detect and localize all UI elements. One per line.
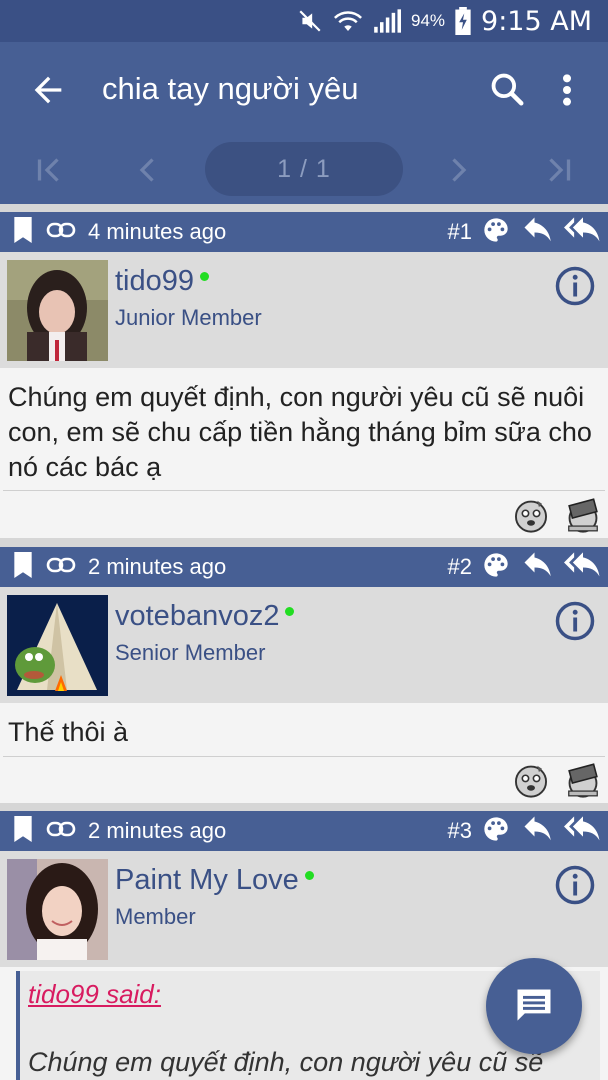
chat-icon <box>517 989 551 1021</box>
author-block: tido99 Junior Member <box>0 252 608 368</box>
reaction-smiley-icon[interactable] <box>512 761 550 799</box>
reply-icon[interactable] <box>522 552 552 583</box>
link-icon[interactable] <box>46 819 76 844</box>
author-block: Paint My Love Member <box>0 851 608 967</box>
post-time: 4 minutes ago <box>88 219 227 244</box>
page-indicator[interactable]: 1 / 1 <box>205 142 403 196</box>
battery-icon <box>455 7 471 35</box>
post-1: 4 minutes ago #1 tido99 Junior Member Ch… <box>0 212 608 540</box>
post-header: 2 minutes ago #3 <box>0 811 608 851</box>
bookmark-icon[interactable] <box>12 815 34 847</box>
online-indicator <box>285 607 295 616</box>
post-content: Thế thôi à <box>8 717 129 747</box>
back-arrow-icon[interactable] <box>28 70 68 110</box>
prev-page-icon[interactable] <box>130 152 166 188</box>
post-body: Thế thôi à <box>0 703 608 803</box>
bookmark-icon[interactable] <box>12 216 34 248</box>
reaction-smiley-icon[interactable] <box>512 496 550 534</box>
palette-icon[interactable] <box>482 815 510 848</box>
link-icon[interactable] <box>46 220 76 245</box>
post-number[interactable]: #1 <box>448 219 472 245</box>
user-role: Senior Member <box>115 640 266 665</box>
reply-all-icon[interactable] <box>564 216 602 248</box>
avatar[interactable] <box>7 260 108 361</box>
divider <box>3 756 605 757</box>
info-icon[interactable] <box>554 265 596 307</box>
app-bar: chia tay người yêu 1 / 1 <box>0 42 608 204</box>
reply-icon[interactable] <box>522 816 552 847</box>
post-body: Chúng em quyết định, con người yêu cũ sẽ… <box>0 368 608 538</box>
first-page-icon[interactable] <box>32 152 68 188</box>
bookmark-icon[interactable] <box>12 551 34 583</box>
post-number[interactable]: #2 <box>448 554 472 580</box>
clock: 9:15 AM <box>481 5 592 37</box>
next-page-icon[interactable] <box>440 152 476 188</box>
pager: 1 / 1 <box>0 140 608 200</box>
post-time: 2 minutes ago <box>88 554 227 579</box>
quote-text: Chúng em quyết định, con người yêu cũ sẽ <box>28 1047 544 1077</box>
battery-percent: 94% <box>410 11 446 30</box>
online-indicator <box>200 272 210 281</box>
post-header: 2 minutes ago #2 <box>0 547 608 587</box>
username[interactable]: tido99 <box>115 265 210 298</box>
signal-icon <box>373 9 401 33</box>
post-2: 2 minutes ago #2 votebanvoz2 Senior Memb… <box>0 547 608 804</box>
info-icon[interactable] <box>554 600 596 642</box>
compose-reply-button[interactable] <box>486 958 582 1054</box>
user-role: Junior Member <box>115 305 262 330</box>
link-icon[interactable] <box>46 555 76 580</box>
post-header: 4 minutes ago #1 <box>0 212 608 252</box>
avatar[interactable] <box>7 595 108 696</box>
post-content: Chúng em quyết định, con người yêu cũ sẽ… <box>8 382 592 482</box>
palette-icon[interactable] <box>482 216 510 249</box>
more-vert-icon[interactable] <box>552 70 582 110</box>
palette-icon[interactable] <box>482 551 510 584</box>
divider <box>3 490 605 491</box>
post-time: 2 minutes ago <box>88 818 227 843</box>
author-block: votebanvoz2 Senior Member <box>0 587 608 703</box>
wifi-icon <box>333 8 363 34</box>
reply-icon[interactable] <box>522 217 552 248</box>
reaction-brick-icon[interactable] <box>564 761 602 799</box>
search-icon[interactable] <box>488 70 526 108</box>
username[interactable]: votebanvoz2 <box>115 600 295 633</box>
user-role: Member <box>115 904 196 929</box>
username-text[interactable]: Paint My Love <box>115 864 299 897</box>
quote-author-link[interactable]: tido99 said: <box>28 979 161 1010</box>
mute-icon <box>297 8 323 34</box>
page-title: chia tay người yêu <box>102 71 359 106</box>
status-bar: 94% 9:15 AM <box>0 0 608 42</box>
last-page-icon[interactable] <box>540 152 576 188</box>
reply-all-icon[interactable] <box>564 815 602 847</box>
username-text[interactable]: votebanvoz2 <box>115 600 279 633</box>
avatar[interactable] <box>7 859 108 960</box>
info-icon[interactable] <box>554 864 596 906</box>
online-indicator <box>304 871 314 880</box>
reaction-brick-icon[interactable] <box>564 496 602 534</box>
username-text[interactable]: tido99 <box>115 265 194 298</box>
reply-all-icon[interactable] <box>564 551 602 583</box>
post-number[interactable]: #3 <box>448 818 472 844</box>
username[interactable]: Paint My Love <box>115 864 314 897</box>
